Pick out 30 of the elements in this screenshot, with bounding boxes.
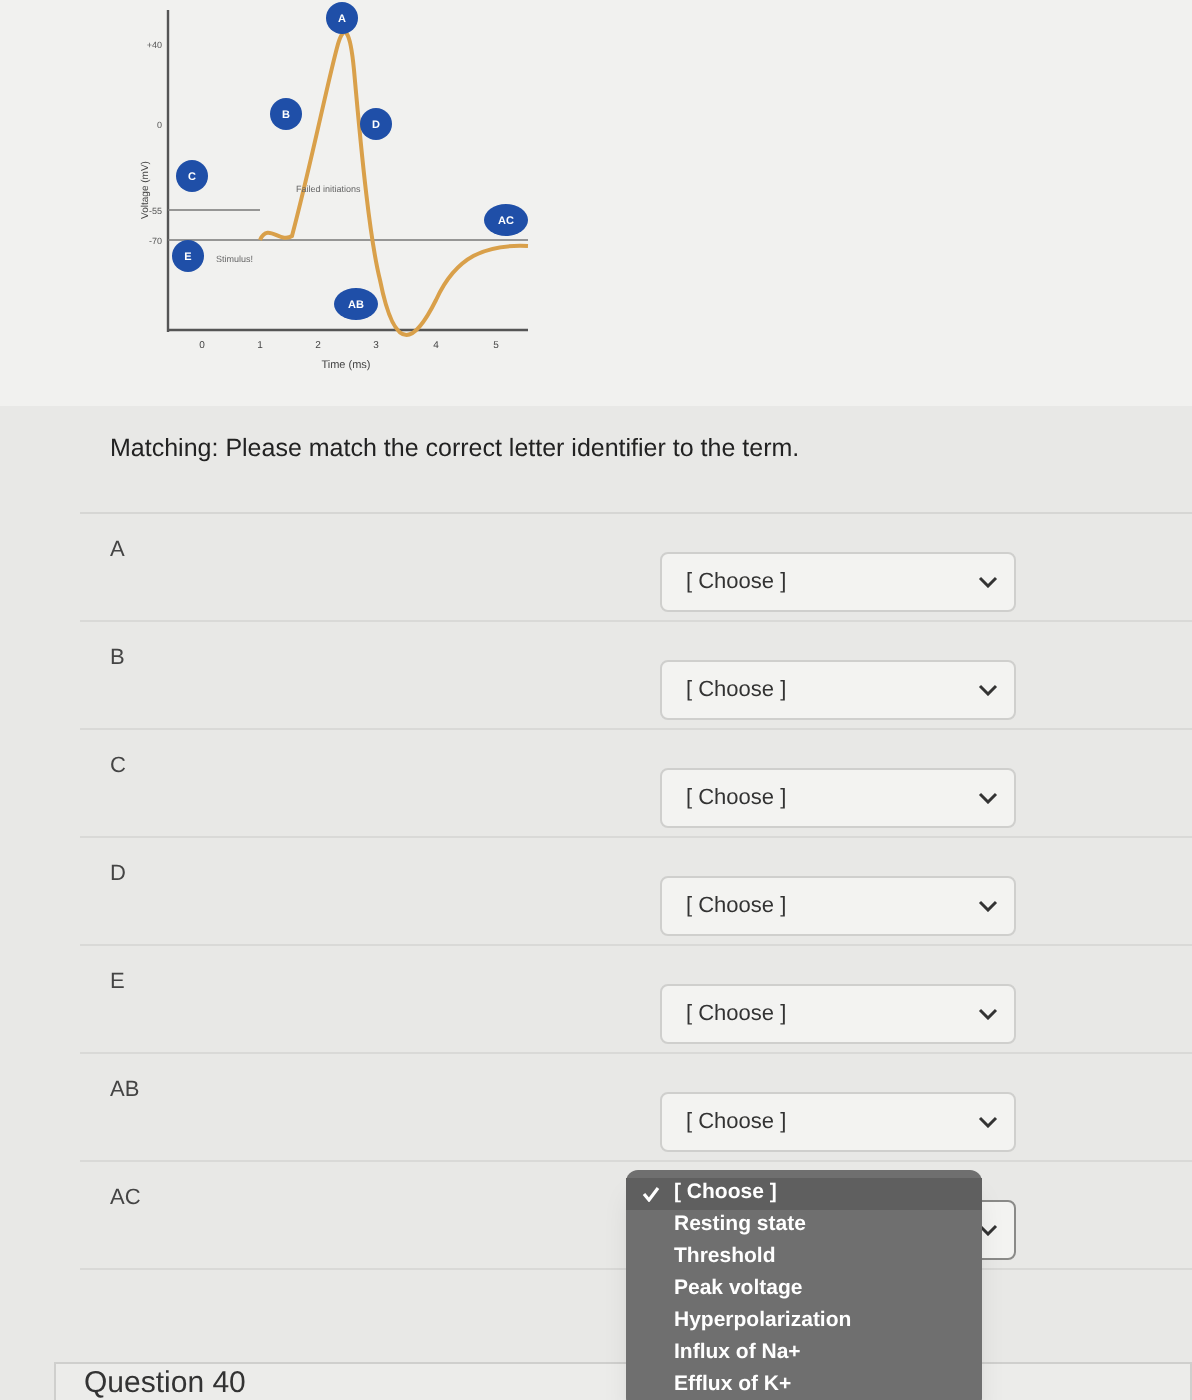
term-label: D <box>110 859 126 890</box>
chevron-down-icon <box>978 1115 998 1128</box>
dropdown-option[interactable]: Resting state <box>626 1209 982 1242</box>
dropdown-option[interactable]: [ Choose ] <box>626 1177 982 1210</box>
question-heading: Question 40 <box>84 1368 246 1398</box>
dropdown-option[interactable]: Influx of Na+ <box>626 1337 982 1370</box>
term-label: A <box>110 535 125 566</box>
answer-select[interactable]: [ Choose ] <box>660 983 1016 1044</box>
answer-select[interactable]: [ Choose ] <box>660 875 1016 936</box>
answer-select[interactable]: [ Choose ] <box>660 1091 1016 1152</box>
chevron-down-icon <box>978 683 998 696</box>
term-label: AC <box>110 1183 141 1214</box>
chevron-down-icon <box>978 791 998 804</box>
chevron-down-icon <box>978 899 998 912</box>
dropdown-option[interactable]: Peak voltage <box>626 1273 982 1306</box>
dropdown-option[interactable]: Hyperpolarization <box>626 1305 982 1338</box>
term-label: B <box>110 643 125 674</box>
checkmark-icon <box>642 1185 660 1202</box>
term-label: E <box>110 967 125 998</box>
answer-select[interactable]: [ Choose ] <box>660 659 1016 720</box>
answer-select[interactable]: [ Choose ] <box>660 767 1016 828</box>
chevron-down-icon <box>978 1007 998 1020</box>
answer-select[interactable]: [ Choose ] <box>660 551 1016 612</box>
term-label: AB <box>110 1075 140 1106</box>
chevron-down-icon <box>978 1223 998 1236</box>
dropdown-option[interactable]: Threshold <box>626 1241 982 1274</box>
matching-instructions: Matching: Please match the correct letter identifier to the term. <box>110 432 802 466</box>
term-label: C <box>110 751 126 782</box>
dropdown-option[interactable]: Efflux of K+ <box>626 1369 982 1400</box>
chevron-down-icon <box>978 575 998 588</box>
